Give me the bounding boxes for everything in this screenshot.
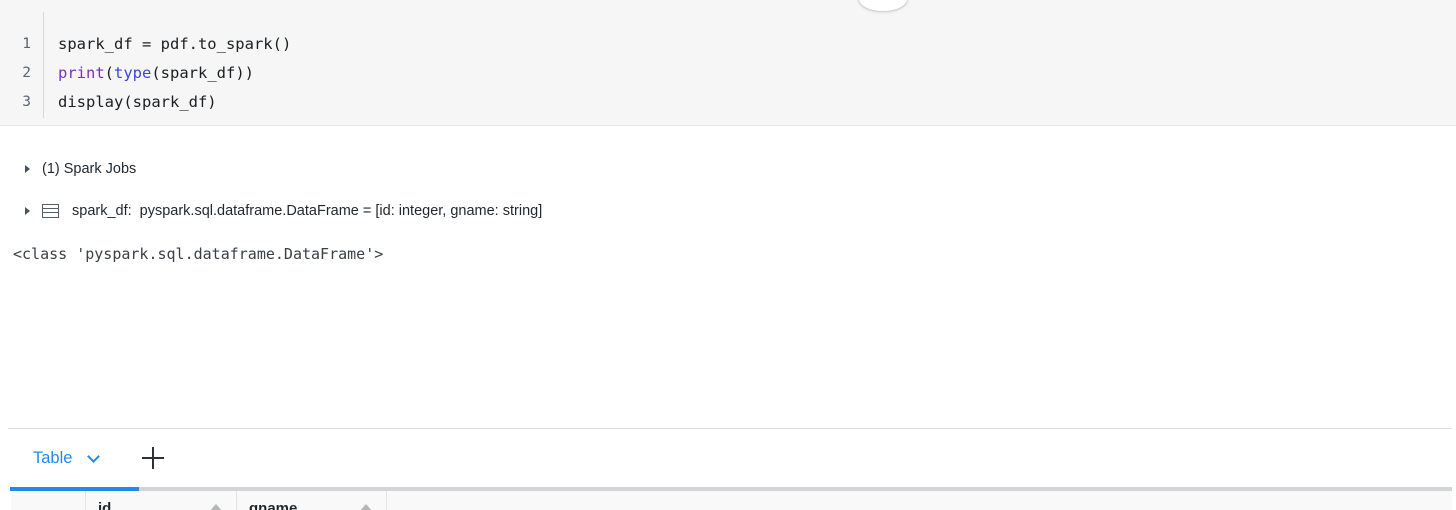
- add-visualization-button[interactable]: [142, 447, 165, 469]
- result-widget: Table id gname: [8, 428, 1452, 510]
- table-icon: [42, 204, 59, 218]
- line-number: 2: [22, 65, 31, 81]
- token-paren: (: [104, 64, 115, 82]
- cell-output: (1) Spark Jobs spark_df: pyspark.sql.dat…: [0, 158, 1456, 510]
- token-print: print: [58, 64, 105, 82]
- code-cell[interactable]: 1 spark_df = pdf.to_spark() 2 print(type…: [0, 0, 1456, 126]
- token-args: (spark_df)): [151, 64, 254, 82]
- dataframe-variable-row[interactable]: spark_df: pyspark.sql.dataframe.DataFram…: [0, 200, 1456, 222]
- spark-jobs-row[interactable]: (1) Spark Jobs: [0, 158, 1456, 180]
- variable-name: spark_df:: [72, 203, 132, 219]
- column-header-index[interactable]: [10, 491, 86, 510]
- chevron-right-icon[interactable]: [25, 165, 30, 173]
- line-number: 1: [22, 36, 31, 52]
- sort-ascending-icon[interactable]: [208, 504, 224, 510]
- scrollbar-thumb[interactable]: [10, 487, 139, 491]
- code-line: 2 print(type(spark_df)): [0, 59, 1456, 88]
- table-header: id gname: [10, 491, 1452, 510]
- spark-jobs-label: (1) Spark Jobs: [42, 161, 137, 177]
- horizontal-scrollbar[interactable]: [10, 487, 1452, 491]
- column-header-gname-label: gname: [249, 500, 298, 510]
- result-table: id gname 1 1: [10, 491, 1452, 510]
- stdout-text: <class 'pyspark.sql.dataframe.DataFrame'…: [13, 245, 384, 263]
- code-line-text: display(spark_df): [58, 93, 217, 111]
- sort-ascending-icon[interactable]: [358, 504, 374, 510]
- tab-table-label: Table: [33, 448, 73, 467]
- code-line: 3 display(spark_df): [0, 88, 1456, 117]
- tab-table[interactable]: Table: [33, 448, 101, 468]
- cell-collapse-handle[interactable]: [858, 0, 908, 12]
- column-header-id[interactable]: id: [85, 491, 237, 510]
- code-editor[interactable]: 1 spark_df = pdf.to_spark() 2 print(type…: [0, 30, 1456, 117]
- token-type: type: [114, 64, 152, 82]
- chevron-down-icon[interactable]: [87, 449, 101, 463]
- column-header-gname[interactable]: gname: [236, 491, 387, 510]
- column-header-id-label: id: [98, 500, 112, 510]
- code-line-text: spark_df = pdf.to_spark(): [58, 35, 292, 53]
- code-line: 1 spark_df = pdf.to_spark(): [0, 30, 1456, 59]
- variable-type: pyspark.sql.dataframe.DataFrame = [id: i…: [139, 203, 543, 219]
- table-header-row: id gname: [10, 491, 1452, 510]
- column-header-filler: [386, 491, 1452, 510]
- chevron-right-icon[interactable]: [25, 207, 30, 215]
- result-tabstrip: Table: [8, 429, 1452, 487]
- code-line-text: print(type(spark_df)): [58, 59, 254, 88]
- line-number: 3: [22, 94, 31, 110]
